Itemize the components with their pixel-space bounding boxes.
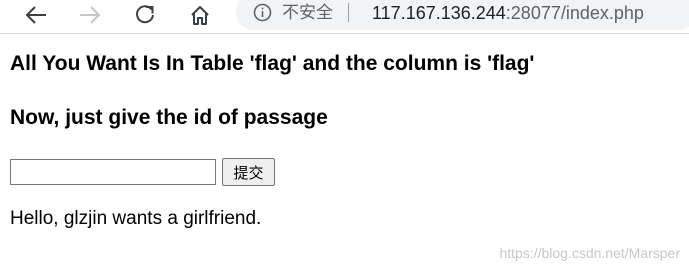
page-heading-instruction: Now, just give the id of passage bbox=[10, 106, 328, 129]
back-arrow-icon bbox=[25, 6, 46, 24]
response-message: Hello, glzjin wants a girlfriend. bbox=[10, 208, 262, 229]
forward-arrow-icon bbox=[80, 6, 101, 24]
passage-id-input[interactable] bbox=[10, 159, 216, 185]
home-button[interactable] bbox=[182, 0, 218, 30]
page-heading-table: All You Want Is In Table 'flag' and the … bbox=[10, 52, 535, 75]
address-bar[interactable]: 不安全 117.167.136.244:28077/index.php bbox=[236, 0, 689, 30]
back-button[interactable] bbox=[18, 0, 54, 30]
browser-toolbar: 不安全 117.167.136.244:28077/index.php bbox=[0, 0, 689, 34]
address-separator bbox=[348, 3, 349, 22]
reload-icon bbox=[136, 5, 154, 24]
submit-button[interactable]: 提交 bbox=[222, 158, 275, 186]
url-path: :28077/index.php bbox=[505, 3, 644, 23]
forward-button[interactable] bbox=[72, 0, 108, 30]
home-icon bbox=[191, 6, 209, 25]
security-label[interactable]: 不安全 bbox=[282, 3, 333, 23]
url-host: 117.167.136.244 bbox=[372, 3, 506, 23]
info-icon[interactable] bbox=[253, 3, 272, 22]
reload-button[interactable] bbox=[127, 0, 163, 30]
url-text[interactable]: 117.167.136.244:28077/index.php bbox=[372, 2, 644, 24]
watermark-text: https://blog.csdn.net/Marsper bbox=[499, 245, 680, 261]
